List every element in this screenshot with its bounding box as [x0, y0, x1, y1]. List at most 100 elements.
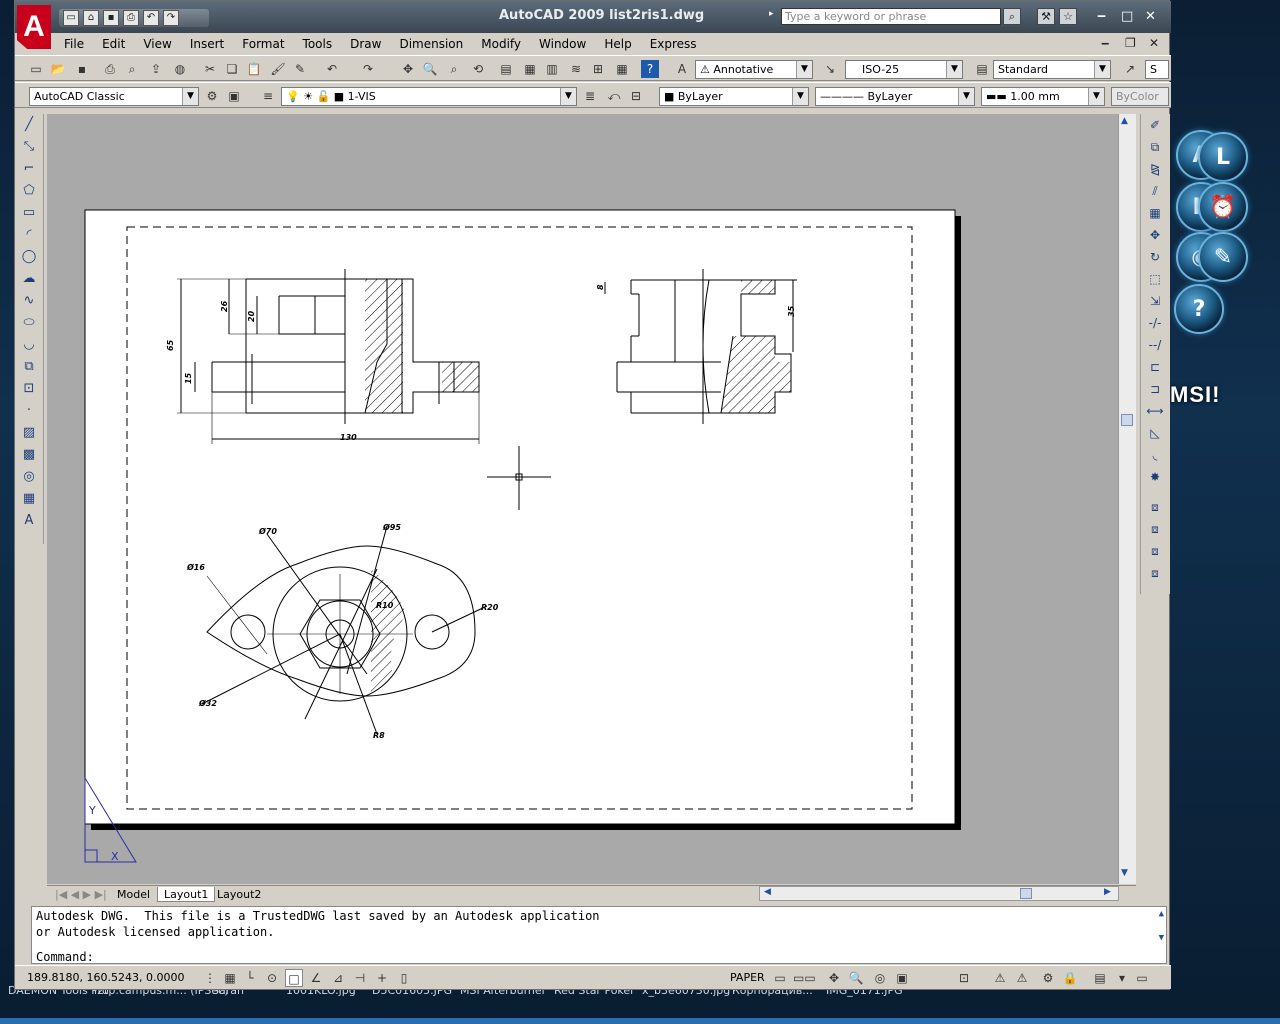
polygon-icon[interactable]: ⬠ [16, 180, 42, 202]
polyline-icon[interactable]: ⌐ [16, 158, 42, 180]
text-style-icon[interactable]: A [673, 60, 691, 78]
doc-restore-button[interactable]: ❐ [1125, 36, 1136, 50]
doc-close-button[interactable]: ✕ [1149, 36, 1159, 50]
status-menu-icon[interactable]: ▾ [1113, 969, 1131, 987]
hscroll-thumb[interactable] [1020, 888, 1032, 899]
chevron-down-icon[interactable]: ▼ [958, 88, 974, 105]
zoom-window-icon[interactable]: ⌕ [445, 60, 463, 78]
cmd-scroll-down-icon[interactable]: ▼ [1159, 933, 1164, 943]
cut-icon[interactable]: ✂ [201, 60, 219, 78]
scroll-down-icon[interactable]: ▼ [1121, 868, 1128, 878]
steeringwheel-icon[interactable]: ◎ [871, 969, 889, 987]
search-icon[interactable]: ⌕ [1003, 8, 1021, 25]
save-icon[interactable]: ▪ [73, 60, 91, 78]
application-menu-button[interactable]: A [17, 5, 51, 49]
ellipse-icon[interactable]: ⬭ [16, 312, 42, 334]
gradient-icon[interactable]: ▩ [16, 444, 42, 466]
match-properties-icon[interactable]: 🖌 [269, 60, 287, 78]
quick-view-layouts-icon[interactable]: ▭ [771, 969, 789, 987]
maximize-button[interactable]: □ [1121, 9, 1133, 24]
properties-icon[interactable]: ▤ [497, 60, 515, 78]
workspace-settings-icon[interactable]: ⚙ [203, 87, 221, 105]
horizontal-scrollbar[interactable]: ◀ ▶ [759, 886, 1119, 901]
help-icon[interactable]: ? [641, 60, 659, 78]
favorites-icon[interactable]: ☆ [1059, 8, 1077, 25]
layer-select[interactable]: 💡 ☀ 🔓 ■ 1-VIS ▼ [281, 87, 577, 106]
make-current-layer-icon[interactable]: ≣ [581, 87, 599, 105]
move-icon[interactable]: ✥ [1141, 224, 1169, 246]
subscription-icon[interactable]: ⚒ [1037, 8, 1055, 25]
mirror-icon[interactable]: ⧎ [1141, 158, 1169, 180]
design-center-icon[interactable]: ▦ [521, 60, 539, 78]
break-at-point-icon[interactable]: ⊏ [1141, 356, 1169, 378]
join-icon[interactable]: ⟷ [1141, 400, 1169, 422]
ellipse-arc-icon[interactable]: ◡ [16, 334, 42, 356]
arc-icon[interactable]: ◜ [16, 224, 42, 246]
tab-nav-icons[interactable]: |◀ ◀ ▶ ▶| [49, 887, 113, 902]
layer-state-icon[interactable]: ⊟ [627, 87, 645, 105]
minimize-button[interactable]: ‒ [1097, 9, 1106, 24]
rectangle-icon[interactable]: ▭ [16, 202, 42, 224]
break-icon[interactable]: ⊐ [1141, 378, 1169, 400]
dim-style-icon[interactable]: ↘ [821, 60, 839, 78]
array-icon[interactable]: ▦ [1141, 202, 1169, 224]
3d-dwf-icon[interactable]: ◍ [171, 60, 189, 78]
lineweight-toggle-icon[interactable]: + [373, 969, 391, 987]
cmd-scroll-up-icon[interactable]: ▲ [1159, 909, 1164, 919]
save-icon[interactable]: ▪ [103, 10, 119, 26]
insert-block-icon[interactable]: ⧉ [16, 356, 42, 378]
auto-scale-icon[interactable]: ⚠ [1013, 969, 1031, 987]
table-style-select[interactable]: Standard ▼ [993, 60, 1111, 79]
scroll-thumb[interactable] [1121, 414, 1133, 426]
menu-draw[interactable]: Draw [341, 34, 390, 54]
hatch-icon[interactable]: ▨ [16, 422, 42, 444]
bring-above-icon[interactable]: ⧈ [1141, 540, 1169, 562]
command-prompt[interactable]: Command: [36, 950, 94, 964]
menu-tools[interactable]: Tools [294, 34, 342, 54]
status-tray-icon[interactable]: ▤ [1091, 969, 1109, 987]
workspace-switching-icon[interactable]: ⚙ [1039, 969, 1057, 987]
quick-view-drawings-icon[interactable]: ▭▭ [793, 969, 816, 987]
ducs-icon[interactable]: ⊿ [329, 969, 347, 987]
snap-icon[interactable]: ⋮ [201, 969, 219, 987]
dyn-icon[interactable]: ⊣ [351, 969, 369, 987]
construction-line-icon[interactable]: ⤡ [16, 136, 42, 158]
search-input[interactable]: Type a keyword or phrase [781, 8, 1001, 25]
chamfer-icon[interactable]: ◺ [1141, 422, 1169, 444]
multiline-text-icon[interactable]: A [16, 510, 42, 532]
scale-icon[interactable]: ⬚ [1141, 268, 1169, 290]
lineweight-select[interactable]: ▬▬ 1.00 mm ▼ [981, 87, 1105, 106]
menu-window[interactable]: Window [530, 34, 595, 54]
rotate-icon[interactable]: ↻ [1141, 246, 1169, 268]
menu-insert[interactable]: Insert [181, 34, 233, 54]
clean-screen-icon[interactable]: ▭ [1133, 969, 1151, 987]
scroll-right-icon[interactable]: ▶ [1104, 887, 1111, 897]
help-desktop-icon[interactable]: ? [1174, 284, 1224, 334]
tab-model[interactable]: Model [111, 887, 157, 902]
revision-cloud-icon[interactable]: ☁ [16, 268, 42, 290]
toolbar-lock-icon[interactable]: 🔒 [1061, 969, 1079, 987]
doc-minimize-button[interactable]: ‒ [1101, 36, 1109, 50]
chevron-down-icon[interactable]: ▼ [1088, 88, 1104, 105]
otrack-icon[interactable]: ∠ [307, 969, 325, 987]
fillet-icon[interactable]: ◟ [1141, 444, 1169, 466]
desktop-app-icon[interactable]: ✎ [1198, 232, 1248, 282]
multileader-style-select[interactable]: S [1145, 60, 1169, 79]
coordinate-readout[interactable]: 189.8180, 160.5243, 0.0000 [27, 971, 184, 984]
tool-palettes-icon[interactable]: ▥ [543, 60, 561, 78]
line-icon[interactable]: ╱ [16, 114, 42, 136]
chevron-down-icon[interactable]: ▼ [796, 61, 812, 78]
region-icon[interactable]: ◎ [16, 466, 42, 488]
workspace-select[interactable]: AutoCAD Classic ▼ [29, 87, 199, 106]
table-icon[interactable]: ▦ [16, 488, 42, 510]
paste-icon[interactable]: 📋 [245, 60, 263, 78]
send-under-icon[interactable]: ⧈ [1141, 562, 1169, 584]
vertical-scrollbar[interactable]: ▲ ▼ [1118, 114, 1136, 884]
menu-express[interactable]: Express [641, 34, 706, 54]
showmotion-icon[interactable]: ▣ [893, 969, 911, 987]
annotation-visibility-icon[interactable]: ⚠ [991, 969, 1009, 987]
offset-icon[interactable]: ⫽ [1141, 180, 1169, 202]
menu-view[interactable]: View [134, 34, 180, 54]
stretch-icon[interactable]: ⇲ [1141, 290, 1169, 312]
point-icon[interactable]: · [16, 400, 42, 422]
